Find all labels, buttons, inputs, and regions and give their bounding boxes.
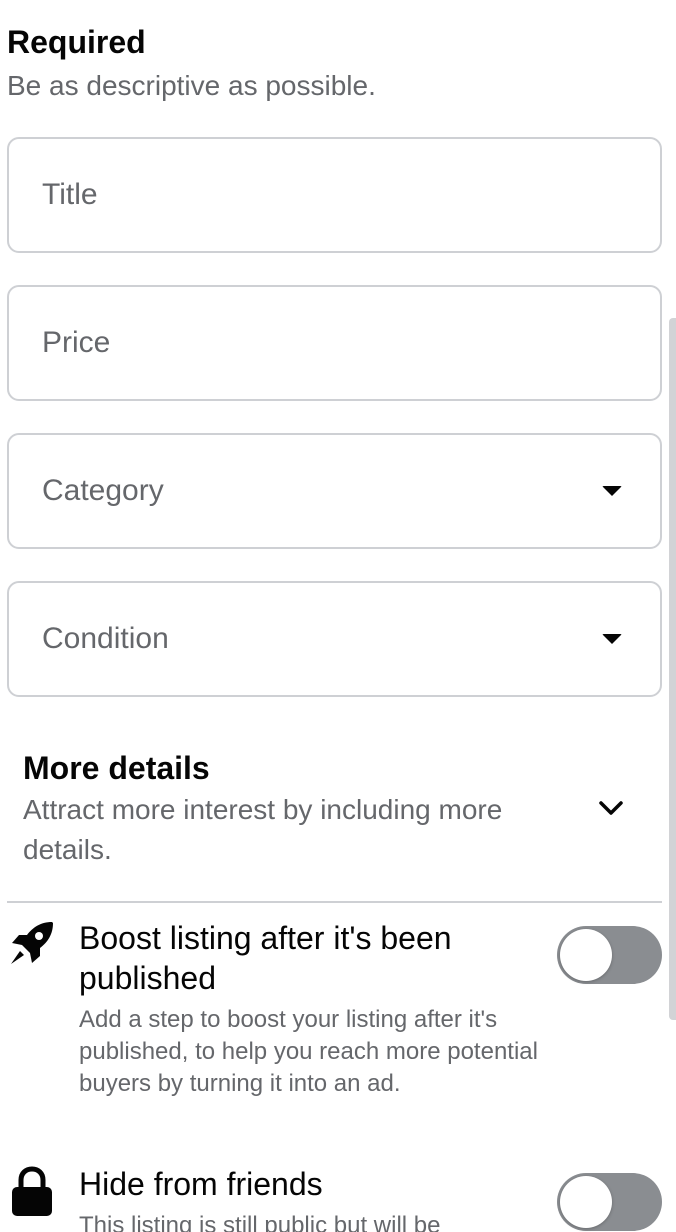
required-section-subtitle: Be as descriptive as possible. (7, 70, 376, 101)
hide-from-friends-toggle[interactable] (557, 1173, 662, 1231)
divider (7, 901, 662, 903)
more-details-expander[interactable]: More details Attract more interest by in… (0, 730, 662, 900)
toggle-knob (560, 929, 612, 981)
boost-listing-row: Boost listing after it's been published … (0, 918, 676, 1148)
category-label: Category (42, 474, 164, 507)
title-field[interactable] (7, 137, 662, 253)
hide-from-friends-row: Hide from friends This listing is still … (0, 1164, 676, 1232)
price-field[interactable] (7, 285, 662, 401)
price-input[interactable] (9, 287, 660, 399)
title-input[interactable] (9, 139, 660, 251)
scrollbar[interactable] (669, 318, 676, 1020)
toggle-knob (560, 1176, 612, 1228)
category-dropdown[interactable]: Category (7, 433, 662, 549)
condition-label: Condition (42, 622, 169, 655)
condition-dropdown[interactable]: Condition (7, 581, 662, 697)
chevron-down-icon (599, 801, 623, 815)
required-section-title: Required (7, 24, 146, 60)
boost-listing-description: Add a step to boost your listing after i… (79, 1006, 538, 1097)
caret-down-icon (602, 486, 622, 496)
boost-listing-title: Boost listing after it's been published (79, 920, 452, 996)
hide-from-friends-title: Hide from friends (79, 1166, 323, 1202)
rocket-icon (11, 922, 53, 964)
hide-from-friends-description: This listing is still public but will be (79, 1212, 441, 1232)
caret-down-icon (602, 634, 622, 644)
boost-listing-toggle[interactable] (557, 926, 662, 984)
lock-icon (12, 1166, 52, 1216)
more-details-subtitle: Attract more interest by including more … (23, 794, 503, 865)
more-details-title: More details (23, 750, 210, 786)
